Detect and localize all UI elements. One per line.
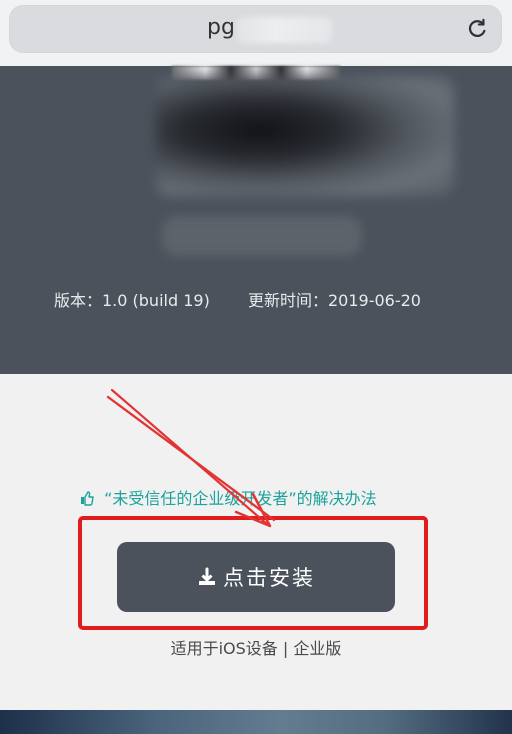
trust-help-link[interactable]: “未受信任的企业级开发者”的解决办法 xyxy=(79,485,377,509)
browser-address-bar-area: pg xyxy=(0,0,512,66)
url-text: pg xyxy=(207,15,235,40)
updated-text: 更新时间：2019-06-20 xyxy=(248,291,421,310)
install-content: “未受信任的企业级开发者”的解决办法 点击安装 适用于iOS设备 | 企业版 xyxy=(0,374,512,710)
install-button[interactable]: 点击安装 xyxy=(117,542,395,612)
device-info: 适用于iOS设备 | 企业版 xyxy=(170,639,342,658)
url-redaction-blur xyxy=(237,17,332,43)
bottom-strip xyxy=(0,710,512,734)
version-text: 版本：1.0 (build 19) xyxy=(54,291,210,310)
thumbs-up-icon xyxy=(79,490,95,506)
reload-icon[interactable] xyxy=(464,16,490,42)
download-icon xyxy=(199,567,215,585)
app-name-blurred xyxy=(162,216,362,256)
trust-help-text: “未受信任的企业级开发者”的解决办法 xyxy=(104,489,377,508)
install-button-label: 点击安装 xyxy=(223,566,315,590)
app-info-panel: 版本：1.0 (build 19) 更新时间：2019-06-20 xyxy=(0,66,512,374)
app-icon-blurred xyxy=(156,76,454,196)
address-bar[interactable]: pg xyxy=(9,5,502,53)
